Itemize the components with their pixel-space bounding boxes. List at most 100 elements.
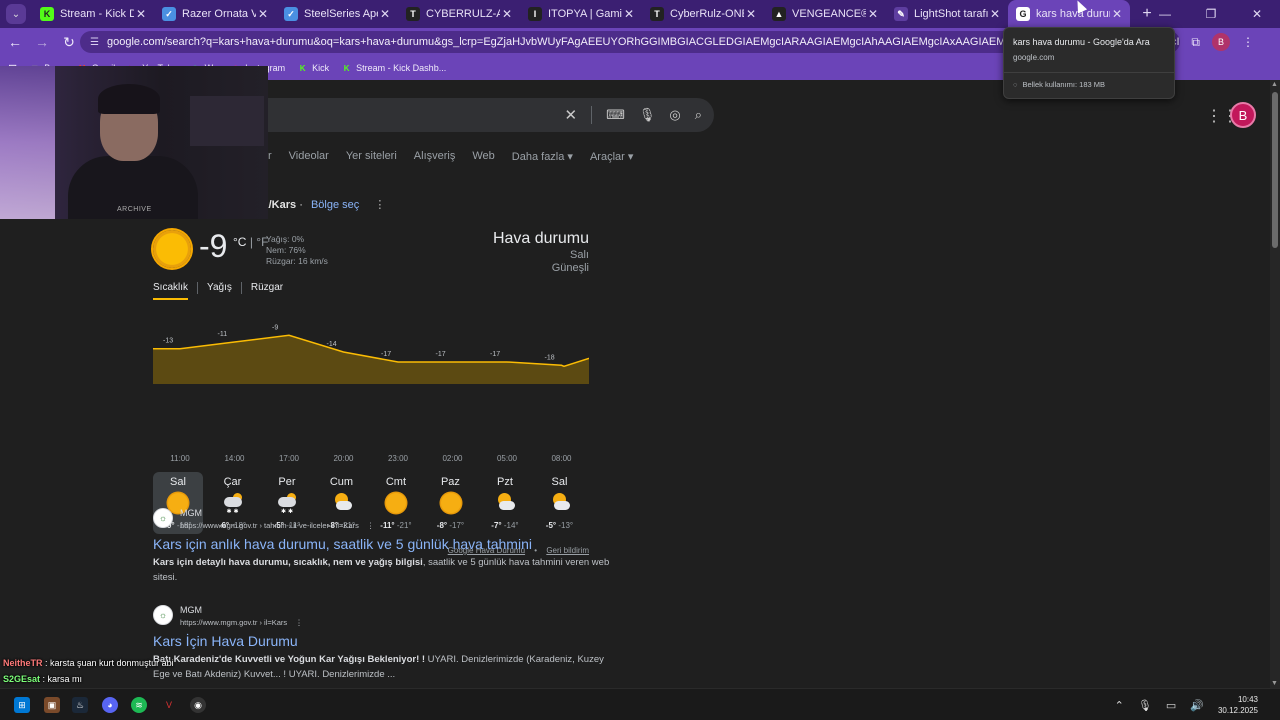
minimize-icon[interactable]: —	[1142, 0, 1188, 28]
clear-icon[interactable]: ✕	[565, 106, 578, 124]
region-select-link[interactable]: Bölge seç	[311, 199, 359, 211]
scroll-down-icon[interactable]: ▼	[1271, 680, 1278, 687]
search-tab[interactable]: Daha fazla ▾	[512, 150, 573, 163]
profile-avatar[interactable]: B	[1212, 33, 1230, 51]
reload-icon[interactable]: ↻	[57, 30, 81, 54]
bookmark-label: Stream - Kick Dashb...	[356, 63, 447, 73]
close-tab-icon[interactable]: ✕	[134, 7, 148, 21]
search-tab[interactable]: Web	[472, 150, 494, 163]
chat-text: : karsa mı	[40, 674, 83, 684]
search-tab[interactable]: Araçlar ▾	[590, 150, 633, 163]
clock[interactable]: 10:43 30.12.2025	[1218, 694, 1258, 716]
tab-strip: ⌄ KStream - Kick Dashbo✕✓Razer Ornata V3…	[0, 0, 1280, 28]
close-tab-icon[interactable]: ✕	[866, 7, 880, 21]
maximize-icon[interactable]: ❐	[1188, 0, 1234, 28]
hover-card-title: kars hava durumu - Google'da Ara	[1013, 37, 1150, 47]
tab-title: Stream - Kick Dashbo	[60, 8, 134, 20]
close-tab-icon[interactable]: ✕	[744, 7, 758, 21]
page-scrollbar[interactable]: ▲ ▼	[1270, 80, 1280, 688]
browser-menu-icon[interactable]: ⋮	[1242, 35, 1254, 49]
show-desktop[interactable]	[1272, 690, 1276, 720]
precipitation: Yağış: 0%	[266, 234, 305, 244]
bookmark-item[interactable]: K Stream - Kick Dashb...	[341, 63, 446, 74]
weather-day: Salı	[570, 249, 589, 261]
search-icon[interactable]: ⌕	[695, 107, 702, 123]
browser-tab[interactable]: K Stream - Kick Dashbo✕	[32, 0, 154, 28]
chat-username: NeitheTR	[3, 658, 43, 668]
bookmark-icon: K	[299, 63, 306, 73]
temperature-chart: -13 -11 -9 -14 -17 -17 -17 -18	[153, 324, 589, 384]
snippet-bold: Kars için detaylı hava durumu, sıcaklık,…	[153, 557, 423, 568]
tab-list: KStream - Kick Dashbo✕✓Razer Ornata V3 R…	[32, 0, 1130, 28]
keyboard-icon[interactable]: ⌨	[606, 107, 625, 123]
bookmark-item[interactable]: K Kick	[297, 63, 329, 74]
forecast-day-name: Per	[278, 476, 296, 488]
windows-start-icon[interactable]: ⊞	[14, 697, 30, 713]
tab-wind[interactable]: Rüzgar	[251, 282, 283, 300]
forecast-day-name: Paz	[440, 476, 460, 488]
chart-data-label: -14	[327, 341, 337, 348]
extensions-icon[interactable]: ⧉	[1191, 35, 1200, 50]
browser-tab[interactable]: ▲ VENGEANCE® RGB 3✕	[764, 0, 886, 28]
tab-temperature[interactable]: Sıcaklık	[153, 282, 189, 300]
browser-tab[interactable]: ✎ LightShot tarafından✕	[886, 0, 1008, 28]
network-icon[interactable]: ▭	[1166, 699, 1176, 712]
tab-favicon-icon: ✓	[162, 7, 176, 21]
more-options-icon[interactable]: ⋮	[374, 199, 385, 211]
more-options-icon[interactable]: ⋮	[367, 521, 375, 530]
close-window-icon[interactable]: ✕	[1234, 0, 1280, 28]
scroll-up-icon[interactable]: ▲	[1271, 81, 1278, 88]
tab-title: ITOPYA | Gaming Ürü	[548, 8, 622, 20]
result-title-link[interactable]: Kars İçin Hava Durumu	[153, 633, 613, 649]
back-arrow-icon[interactable]: ←	[3, 30, 27, 54]
close-tab-icon[interactable]: ✕	[1110, 7, 1124, 21]
close-tab-icon[interactable]: ✕	[622, 7, 636, 21]
close-tab-icon[interactable]: ✕	[378, 7, 392, 21]
result-url-text: https://www.mgm.gov.tr › tahmin › il-ve-…	[180, 521, 359, 530]
browser-tab[interactable]: ✓ SteelSeries Apex 3 RG✕	[276, 0, 398, 28]
browser-tab[interactable]: Gkars hava durumu - G✕	[1008, 0, 1130, 28]
tab-precipitation[interactable]: Yağış	[207, 282, 232, 300]
result-title-link[interactable]: Kars için anlık hava durumu, saatlik ve …	[153, 536, 613, 552]
spotify-icon[interactable]: ≋	[131, 697, 147, 713]
cam-tag: ARCHIVE	[117, 206, 152, 213]
lens-icon[interactable]: ◎	[669, 107, 680, 123]
close-tab-icon[interactable]: ✕	[988, 7, 1002, 21]
forward-arrow-icon[interactable]: →	[30, 30, 54, 54]
weather-condition: Güneşli	[551, 262, 589, 274]
valorant-icon[interactable]: V	[161, 697, 177, 713]
chart-time-label: 05:00	[496, 454, 518, 463]
forecast-day-name: Cmt	[385, 476, 407, 488]
obs-icon[interactable]: ◉	[190, 697, 206, 713]
celsius-unit[interactable]: °C	[233, 235, 246, 249]
result-url-text: https://www.mgm.gov.tr › il=Kars	[180, 618, 288, 627]
result-header: ☼ MGM https://www.mgm.gov.tr › il=Kars ⋮	[153, 605, 613, 633]
steam-icon[interactable]: ♨	[72, 697, 88, 713]
taskbar: ⊞ ▣ ♨ ◕ ≋ V ◉ ⌃ 🎙 ▭ 🔊 10:43 30.12.2025	[0, 688, 1280, 720]
close-tab-icon[interactable]: ✕	[256, 7, 270, 21]
result-url: https://www.mgm.gov.tr › il=Kars ⋮	[180, 618, 303, 627]
search-tab[interactable]: Alışveriş	[414, 150, 456, 163]
search-tab[interactable]: Yer siteleri	[346, 150, 397, 163]
browser-tab[interactable]: I ITOPYA | Gaming Ürü✕	[520, 0, 642, 28]
chevron-up-icon[interactable]: ⌃	[1115, 699, 1124, 712]
tab-favicon-icon: T	[650, 7, 664, 21]
site-info-icon[interactable]: ☰	[90, 37, 99, 48]
more-options-icon[interactable]: ⋮	[295, 618, 303, 627]
volume-icon[interactable]: 🔊	[1190, 699, 1204, 712]
location-line: ez/Kars · Bölge seç ⋮	[257, 198, 385, 211]
scrollbar-thumb[interactable]	[1272, 92, 1278, 248]
close-tab-icon[interactable]: ✕	[500, 7, 514, 21]
discord-icon[interactable]: ◕	[102, 697, 118, 713]
microphone-icon[interactable]: 🎙	[639, 107, 656, 123]
browser-tab[interactable]: ✓ Razer Ornata V3 RGB✕	[154, 0, 276, 28]
google-account-avatar[interactable]: B	[1230, 102, 1256, 128]
microphone-tray-icon[interactable]: 🎙	[1138, 699, 1152, 712]
browser-tab[interactable]: T CyberRulz-ONE / INT✕	[642, 0, 764, 28]
browser-tab[interactable]: T CYBERRULZ-AIM /Al✕	[398, 0, 520, 28]
weather-tabs: Sıcaklık Yağış Rüzgar	[153, 282, 292, 300]
tab-favicon-icon: T	[406, 7, 420, 21]
explorer-icon[interactable]: ▣	[44, 697, 60, 713]
search-tab[interactable]: Videolar	[289, 150, 329, 163]
tab-search-button[interactable]: ⌄	[6, 4, 26, 24]
